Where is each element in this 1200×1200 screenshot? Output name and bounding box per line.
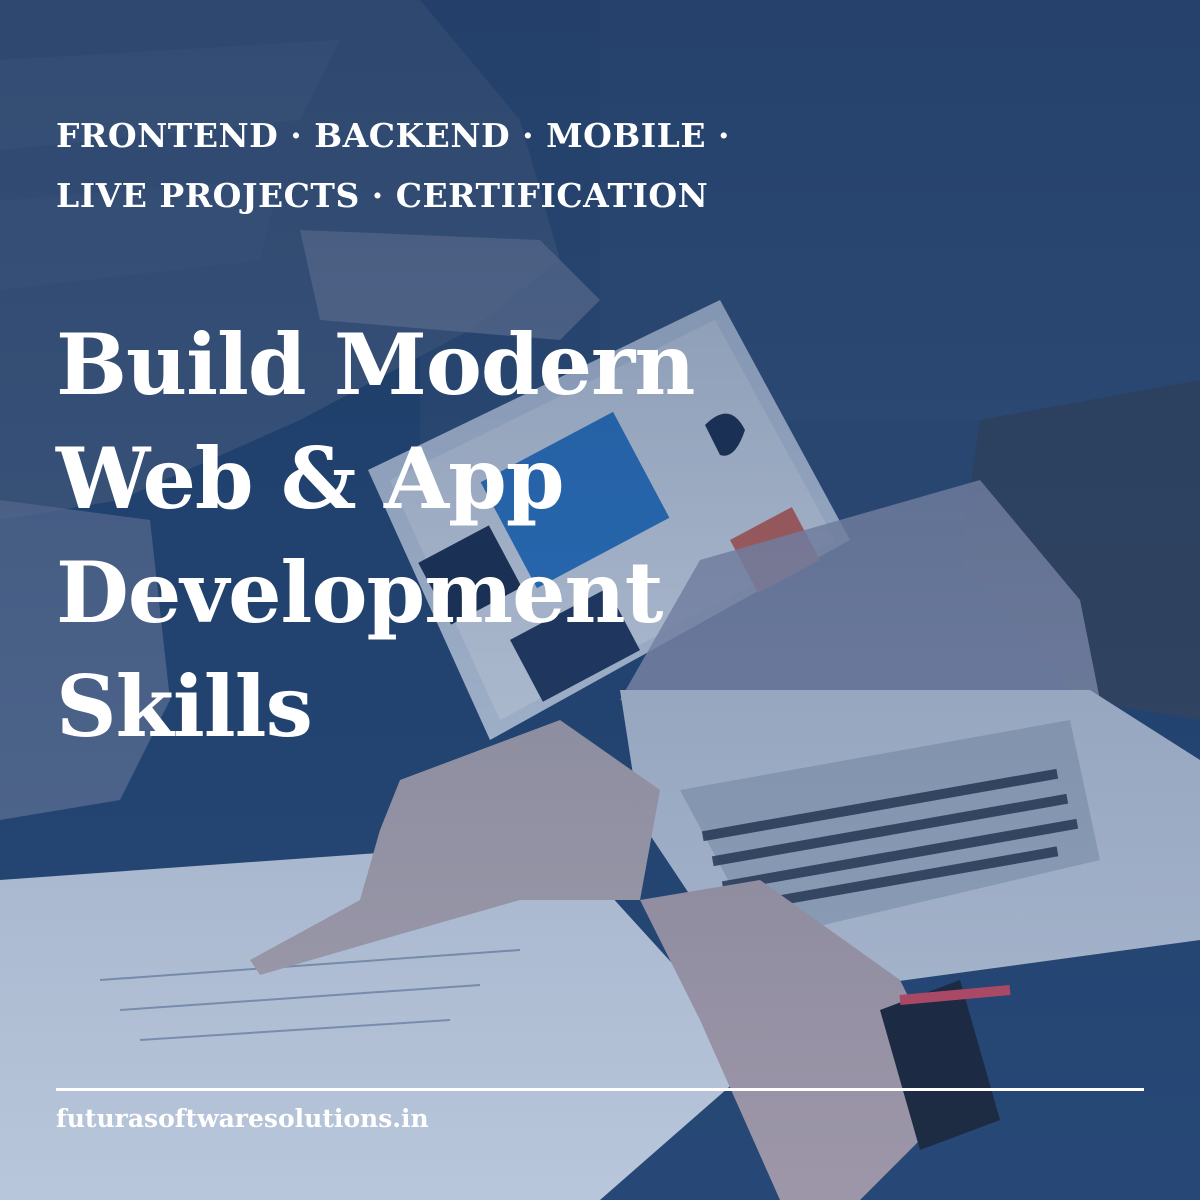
headline-line-2: Web & App <box>56 429 565 528</box>
headline: Build Modern Web & App Development Skill… <box>56 308 695 764</box>
tagline: FRONTEND · BACKEND · MOBILE · LIVE PROJE… <box>56 106 730 226</box>
promo-banner: FRONTEND · BACKEND · MOBILE · LIVE PROJE… <box>0 0 1200 1200</box>
headline-line-3: Development <box>56 543 663 642</box>
footer-divider <box>56 1088 1144 1091</box>
tagline-line-1: FRONTEND · BACKEND · MOBILE · <box>56 116 731 155</box>
tagline-line-2: LIVE PROJECTS · CERTIFICATION <box>56 176 709 215</box>
website-url[interactable]: futurasoftwaresolutions.in <box>56 1102 429 1136</box>
headline-line-1: Build Modern <box>56 315 695 414</box>
headline-line-4: Skills <box>56 657 313 756</box>
